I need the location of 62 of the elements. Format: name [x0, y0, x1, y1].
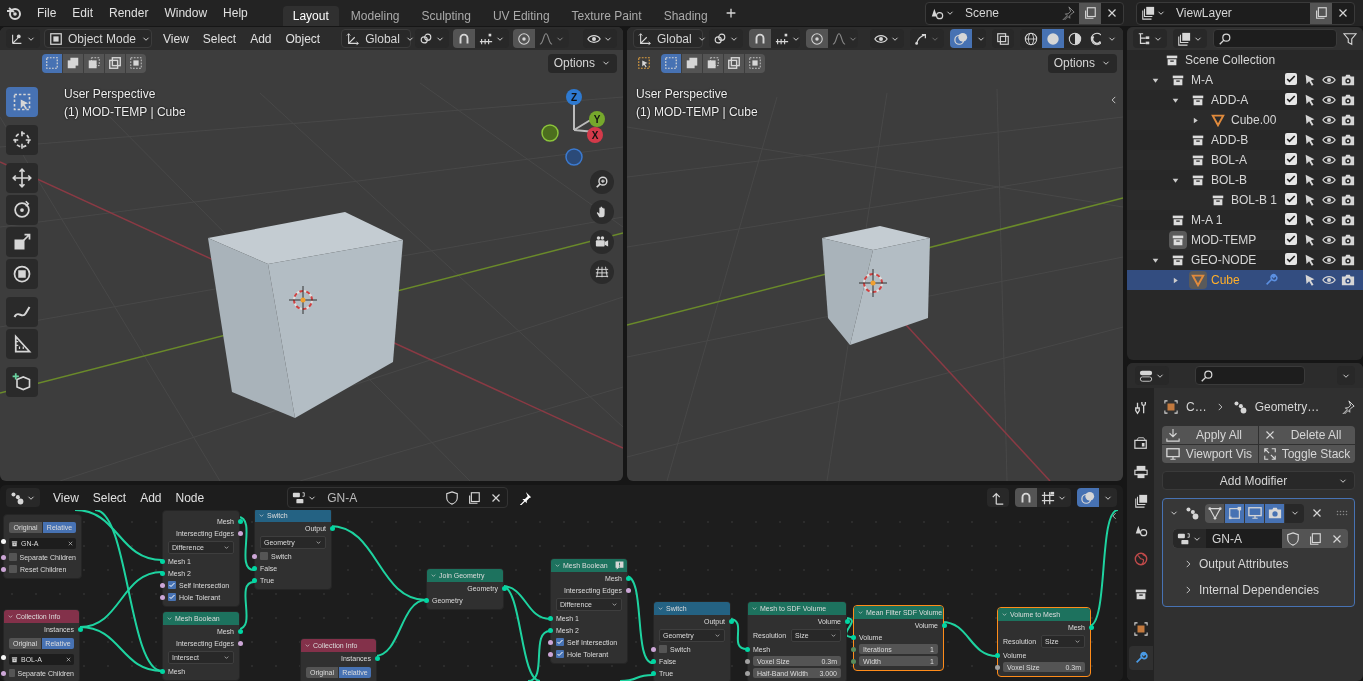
menu-item[interactable]: Add: [133, 487, 169, 508]
workspace-tab[interactable]: UV Editing: [482, 6, 560, 26]
outliner-item-name: Cube.00: [1231, 113, 1277, 127]
outliner-item-name: MOD-TEMP: [1191, 233, 1257, 247]
outliner-row[interactable]: Cube: [1127, 270, 1363, 290]
menu-item[interactable]: Help: [216, 3, 255, 23]
menu-item[interactable]: Select: [85, 487, 134, 508]
axis-label: Z: [570, 92, 578, 103]
workspace-tab[interactable]: Layout: [282, 6, 339, 26]
viewport-info-text: User Perspective: [64, 86, 157, 103]
viewport-info-text: User Perspective: [636, 86, 729, 103]
menu-item[interactable]: File: [30, 3, 64, 23]
outliner-item-name: BOL-B: [1211, 173, 1247, 187]
menu-item[interactable]: View: [46, 487, 86, 508]
stack-button[interactable]: Toggle Stack: [1259, 445, 1355, 463]
menu-item[interactable]: Add: [243, 28, 279, 49]
outliner-item-name: M-A 1: [1191, 213, 1223, 227]
outliner-item-name: Scene Collection: [1185, 53, 1276, 67]
outliner-item-name: BOL-B 1: [1231, 193, 1278, 207]
viewport-info-text: (1) MOD-TEMP | Cube: [64, 104, 186, 121]
mode-dropdown[interactable]: Object Mode: [44, 29, 152, 48]
workspace-tab[interactable]: Texture Paint: [561, 6, 652, 26]
menu-item[interactable]: Window: [157, 3, 215, 23]
axis-label: Y: [593, 114, 601, 125]
add-modifier-dropdown[interactable]: Add Modifier: [1162, 471, 1355, 490]
node-group-name-field[interactable]: GN-A: [1206, 529, 1282, 548]
stack-button[interactable]: Apply All: [1162, 426, 1258, 444]
outliner-item-name: Cube: [1211, 273, 1240, 287]
axis-label: X: [591, 130, 599, 141]
3d-viewport[interactable]: Global Options User Perspective (1) MOD-TEMP | Cube: [627, 27, 1123, 481]
subpanel-header[interactable]: Output Attributes: [1169, 554, 1348, 574]
orientation-dropdown[interactable]: Global: [341, 29, 412, 48]
menu-item[interactable]: View: [156, 28, 196, 49]
outliner-item-name: BOL-A: [1211, 153, 1247, 167]
menu-item[interactable]: Edit: [65, 3, 101, 23]
menu-item[interactable]: Node: [168, 487, 212, 508]
viewport-info-text: (1) MOD-TEMP | Cube: [636, 104, 758, 121]
outliner-item-name: ADD-B: [1211, 133, 1249, 147]
workspace-tab[interactable]: Shading: [653, 6, 718, 26]
menu-item[interactable]: Render: [102, 3, 156, 23]
stack-button[interactable]: Viewport Vis: [1162, 445, 1258, 463]
menu-item[interactable]: Object: [278, 28, 328, 49]
workspace-tab[interactable]: Sculpting: [411, 6, 481, 26]
subpanel-header[interactable]: Internal Dependencies: [1169, 580, 1348, 600]
navigation-gizmo[interactable]: Z Y X: [540, 87, 620, 177]
breadcrumb-item: Geometry…: [1254, 400, 1320, 414]
outliner-row[interactable]: ADD-A: [1127, 90, 1363, 110]
orientation-dropdown[interactable]: Global: [633, 29, 703, 48]
options-dropdown[interactable]: Options: [1047, 53, 1117, 73]
stack-button[interactable]: Delete All: [1259, 426, 1355, 444]
options-dropdown[interactable]: Options: [547, 53, 617, 73]
outliner-item-name: GEO-NODE: [1191, 253, 1257, 267]
breadcrumb-item: C…: [1186, 400, 1207, 414]
outliner-row[interactable]: M-A 1: [1127, 210, 1363, 230]
outliner-row[interactable]: BOL-B: [1127, 170, 1363, 190]
outliner-item-name: ADD-A: [1211, 93, 1249, 107]
outliner-row[interactable]: ADD-B: [1127, 130, 1363, 150]
menu-item[interactable]: Select: [195, 28, 244, 49]
3d-viewport[interactable]: Object Mode View Select Add Object Global Options User Perspective (1) MOD-TEMP | Cube Z Y X: [0, 27, 623, 481]
workspace-tab[interactable]: Modeling: [340, 6, 410, 26]
outliner-row[interactable]: GEO-NODE: [1127, 250, 1363, 270]
outliner-item-name: M-A: [1191, 73, 1213, 87]
